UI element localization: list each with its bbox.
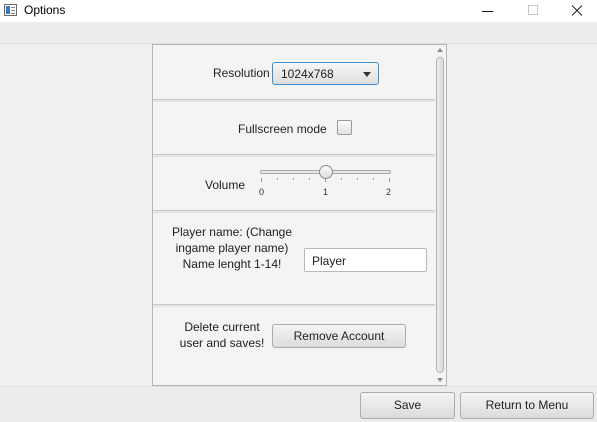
return-to-menu-button[interactable]: Return to Menu [460, 392, 594, 419]
scroll-up-arrow-icon[interactable] [437, 48, 443, 52]
slider-tick [293, 178, 294, 180]
volume-tick-min: 0 [259, 187, 265, 197]
player-label-line: Player name: (Change [171, 225, 293, 239]
scrollbar-thumb[interactable] [436, 57, 444, 373]
maximize-icon[interactable] [510, 0, 556, 22]
slider-tick [389, 178, 390, 182]
account-label-line: Delete current [184, 320, 260, 334]
player-name-input[interactable]: Player [304, 248, 427, 272]
window-title: Options [24, 3, 66, 17]
slider-tick [309, 178, 310, 180]
title-bar: Options [0, 0, 597, 22]
scroll-down-arrow-icon[interactable] [437, 378, 443, 382]
volume-tick-mid: 1 [323, 187, 329, 197]
resolution-section: Resolution 1024x768 [153, 45, 435, 100]
slider-tick [357, 178, 358, 180]
slider-tick [341, 178, 342, 180]
dropdown-arrow-icon [363, 72, 371, 77]
vertical-scrollbar[interactable] [435, 45, 446, 385]
fullscreen-checkbox[interactable] [337, 120, 352, 135]
player-name-label: Player name: (Change ingame player name)… [161, 224, 303, 272]
slider-tick [373, 178, 374, 180]
volume-section [153, 157, 435, 211]
options-scroll-pane[interactable]: Resolution 1024x768 Fullscreen mode Volu… [152, 44, 447, 386]
fullscreen-label: Fullscreen mode [238, 122, 327, 136]
app-window-icon [4, 4, 17, 16]
player-label-line: Name lenght 1-14! [182, 257, 282, 271]
minimize-icon[interactable] [464, 0, 510, 22]
resolution-label: Resolution [213, 66, 270, 80]
save-button[interactable]: Save [360, 392, 455, 419]
resolution-value: 1024x768 [281, 67, 334, 81]
slider-tick [261, 178, 262, 182]
account-label: Delete current user and saves! [175, 319, 269, 351]
resolution-dropdown[interactable]: 1024x768 [272, 62, 379, 85]
remove-account-button[interactable]: Remove Account [272, 324, 406, 348]
volume-slider-thumb[interactable] [319, 165, 333, 179]
player-label-line: ingame player name) [175, 241, 289, 255]
slider-tick [277, 178, 278, 180]
volume-tick-max: 2 [386, 187, 392, 197]
account-label-line: user and saves! [179, 336, 265, 350]
toolbar-band [0, 22, 597, 44]
volume-label: Volume [205, 178, 246, 192]
close-icon[interactable] [554, 0, 597, 22]
